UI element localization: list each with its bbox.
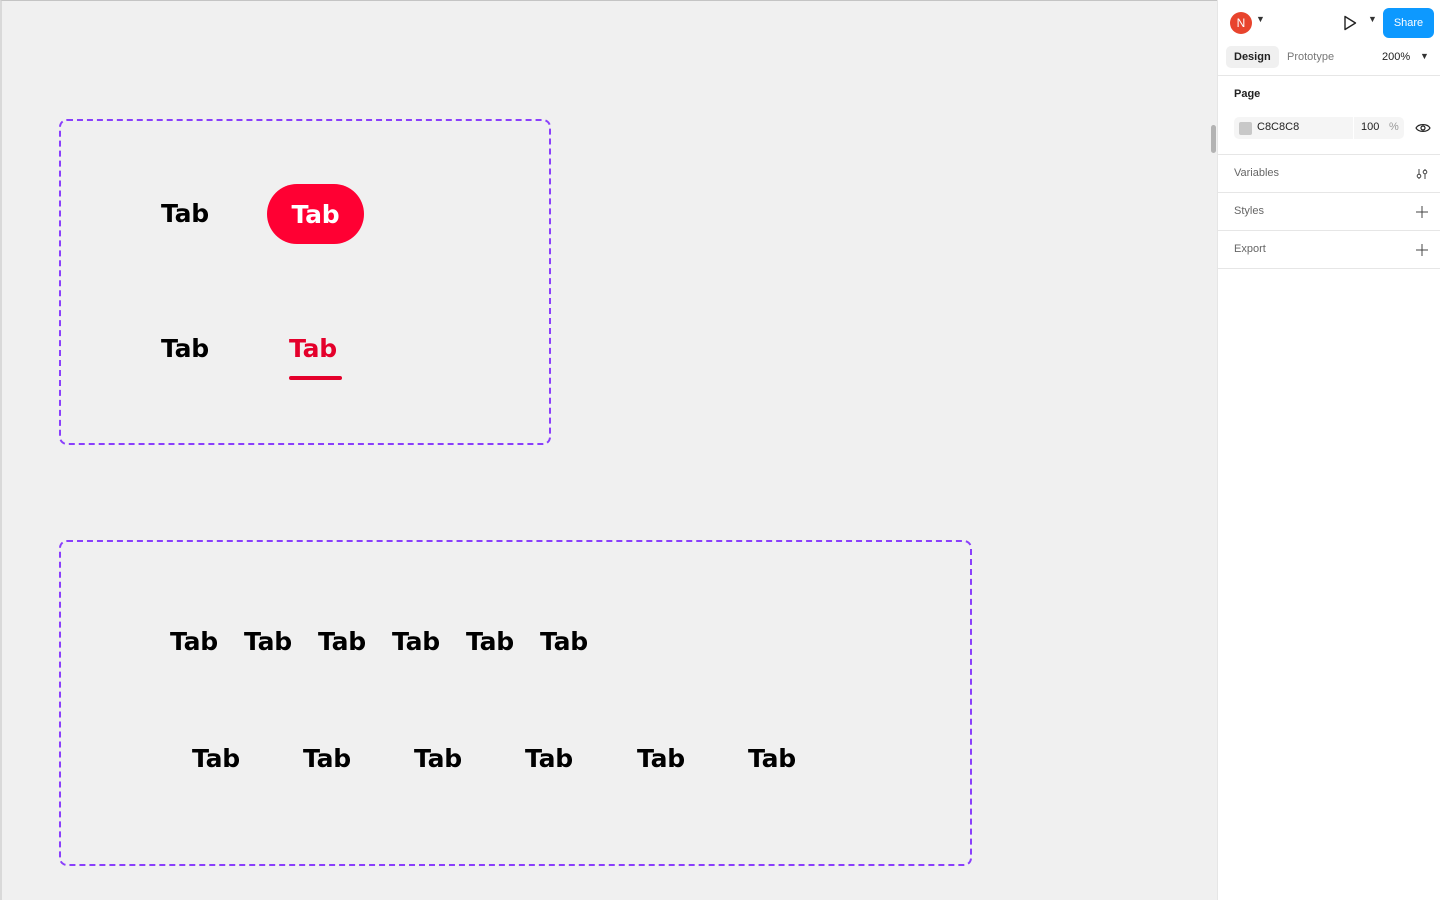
eye-icon[interactable] xyxy=(1415,121,1431,139)
share-button[interactable]: Share xyxy=(1383,8,1434,38)
export-label: Export xyxy=(1234,243,1266,255)
tab-design[interactable]: Design xyxy=(1226,46,1279,68)
tab-plain[interactable]: Tab xyxy=(161,334,209,364)
tab-item[interactable]: Tab xyxy=(414,744,462,774)
opacity-unit: % xyxy=(1389,121,1399,133)
chevron-down-icon[interactable]: ▼ xyxy=(1420,51,1429,61)
tab-pill-label: Tab xyxy=(291,199,340,229)
tab-item[interactable]: Tab xyxy=(303,744,351,774)
tab-item[interactable]: Tab xyxy=(637,744,685,774)
avatar[interactable]: N xyxy=(1230,12,1252,34)
page-color-field[interactable]: C8C8C8 100 % xyxy=(1234,117,1404,139)
tab-item[interactable]: Tab xyxy=(170,627,218,657)
panel-tabs: Design Prototype 200% ▼ xyxy=(1218,46,1440,76)
tab-item[interactable]: Tab xyxy=(540,627,588,657)
chevron-down-icon[interactable]: ▼ xyxy=(1368,14,1377,24)
variables-label: Variables xyxy=(1234,167,1280,179)
avatar-initial: N xyxy=(1236,16,1246,30)
tab-bars-frame[interactable] xyxy=(59,540,972,866)
tab-active-underline xyxy=(289,376,342,380)
page-section: Page C8C8C8 100 % xyxy=(1218,76,1440,155)
chevron-down-icon[interactable]: ▼ xyxy=(1256,14,1265,24)
canvas[interactable]: Tab Tab Tab Tab Tab Tab Tab Tab Tab Tab … xyxy=(0,0,1217,900)
zoom-level[interactable]: 200% xyxy=(1382,46,1410,68)
opacity-value[interactable]: 100 xyxy=(1361,121,1379,133)
canvas-scrollbar[interactable] xyxy=(1211,125,1216,153)
tab-prototype[interactable]: Prototype xyxy=(1286,46,1335,68)
panel-header: N ▼ ▼ Share xyxy=(1218,0,1440,46)
tab-plain[interactable]: Tab xyxy=(161,199,209,229)
divider xyxy=(1353,117,1354,139)
sliders-icon[interactable] xyxy=(1415,167,1429,186)
play-icon[interactable] xyxy=(1343,15,1357,36)
page-section-title: Page xyxy=(1234,88,1261,100)
properties-panel: N ▼ ▼ Share Design Prototype 200% ▼ Page… xyxy=(1217,0,1440,900)
plus-icon[interactable] xyxy=(1415,243,1429,262)
tab-underlined-active[interactable]: Tab xyxy=(289,334,337,364)
tab-item[interactable]: Tab xyxy=(466,627,514,657)
variables-section[interactable]: Variables xyxy=(1218,155,1440,193)
styles-section[interactable]: Styles xyxy=(1218,193,1440,231)
export-section[interactable]: Export xyxy=(1218,231,1440,269)
tab-pill-active[interactable]: Tab xyxy=(267,184,364,244)
tab-item[interactable]: Tab xyxy=(748,744,796,774)
tab-item[interactable]: Tab xyxy=(244,627,292,657)
tab-item[interactable]: Tab xyxy=(392,627,440,657)
styles-label: Styles xyxy=(1234,205,1264,217)
color-hex-value[interactable]: C8C8C8 xyxy=(1257,121,1299,133)
tab-item[interactable]: Tab xyxy=(192,744,240,774)
color-swatch[interactable] xyxy=(1239,122,1252,135)
canvas-top-edge xyxy=(2,0,97,1)
tab-item[interactable]: Tab xyxy=(318,627,366,657)
plus-icon[interactable] xyxy=(1415,205,1429,224)
tab-item[interactable]: Tab xyxy=(525,744,573,774)
tab-variants-frame[interactable] xyxy=(59,119,551,445)
